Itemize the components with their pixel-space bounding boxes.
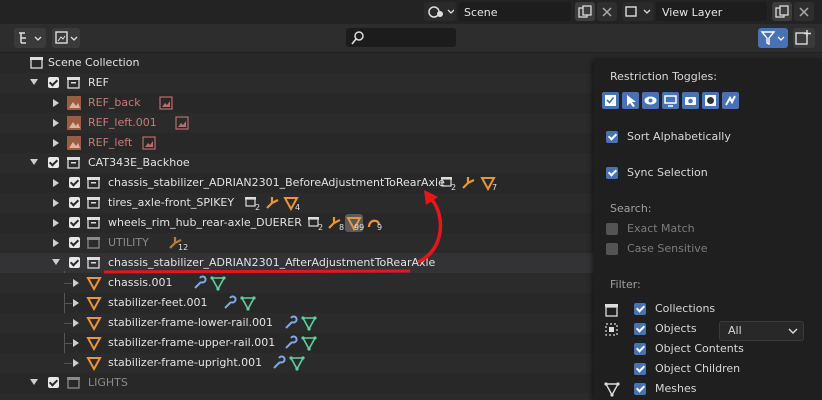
object-children-label: Object Children xyxy=(655,362,741,375)
collection-icon xyxy=(605,304,618,317)
toggle-selectable[interactable] xyxy=(622,92,639,109)
restriction-toggle-group xyxy=(602,92,742,110)
case-sensitive-label: Case Sensitive xyxy=(627,242,708,255)
toggle-render[interactable] xyxy=(682,92,699,109)
annotation-underline xyxy=(103,269,411,274)
cursor-icon xyxy=(627,95,636,107)
collections-checkbox[interactable] xyxy=(634,303,646,315)
case-sensitive-checkbox[interactable] xyxy=(606,243,618,255)
sort-alphabetically-checkbox[interactable] xyxy=(606,131,618,143)
eye-icon xyxy=(644,96,657,105)
chevron-down-icon xyxy=(788,328,798,334)
object-contents-checkbox[interactable] xyxy=(634,343,646,355)
toggle-exclude[interactable] xyxy=(602,92,619,109)
sort-alphabetically-label: Sort Alphabetically xyxy=(627,130,731,143)
toggle-indirect-only[interactable] xyxy=(722,92,739,109)
sync-selection-checkbox[interactable] xyxy=(606,167,618,179)
camera-icon xyxy=(685,97,696,105)
monitor-icon xyxy=(664,95,677,107)
checkbox-icon xyxy=(605,95,616,106)
sync-selection-label: Sync Selection xyxy=(627,166,708,179)
toggle-disable-viewport[interactable] xyxy=(662,92,679,109)
mesh-data-icon xyxy=(604,382,620,397)
objects-filter-dropdown[interactable]: All xyxy=(719,321,804,341)
object-data-icon xyxy=(605,323,618,336)
exact-match-checkbox[interactable] xyxy=(606,223,618,235)
object-children-checkbox[interactable] xyxy=(634,363,646,375)
search-title: Search: xyxy=(610,202,652,215)
exact-match-label: Exact Match xyxy=(627,222,695,235)
meshes-label: Meshes xyxy=(655,382,697,395)
objects-label: Objects xyxy=(655,322,697,335)
annotation-arrow xyxy=(417,198,443,264)
restriction-toggles-title: Restriction Toggles: xyxy=(610,70,717,83)
objects-filter-value: All xyxy=(728,324,742,337)
collections-label: Collections xyxy=(655,302,716,315)
holdout-icon xyxy=(705,95,716,106)
meshes-checkbox[interactable] xyxy=(634,383,646,395)
toggle-hide-viewport[interactable] xyxy=(642,92,659,109)
toggle-holdout[interactable] xyxy=(702,92,719,109)
object-contents-label: Object Contents xyxy=(655,342,744,355)
indirect-only-icon xyxy=(725,95,736,106)
filter-title: Filter: xyxy=(610,278,641,291)
objects-checkbox[interactable] xyxy=(634,323,646,335)
